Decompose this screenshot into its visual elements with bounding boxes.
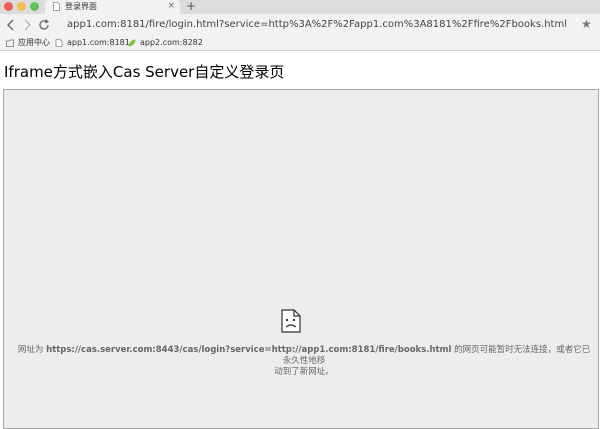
- bookmark-label: app2.com:8282: [140, 38, 203, 47]
- error-line2: 动到了新网址。: [274, 367, 334, 377]
- address-bar[interactable]: app1.com:8181/fire/login.html?service=ht…: [67, 19, 567, 31]
- page-title: Iframe方式嵌入Cas Server自定义登录页: [4, 63, 285, 81]
- error-url: https://cas.server.com:8443/cas/login?se…: [46, 345, 452, 355]
- tab-strip: 登录界面 × +: [0, 0, 600, 14]
- tab-login[interactable]: 登录界面 ×: [45, 0, 180, 14]
- bookmark-label: 应用中心: [18, 38, 50, 47]
- back-icon[interactable]: [4, 18, 18, 32]
- tab-title: 登录界面: [65, 2, 97, 11]
- bookmark-star-icon[interactable]: ★: [581, 17, 592, 31]
- bookmarks-bar: 应用中心 app1.com:8181 app2.com:8282: [0, 36, 600, 51]
- error-prefix: 网址为: [17, 345, 47, 355]
- page-icon: [53, 2, 60, 11]
- bookmark-label: app1.com:8181: [67, 38, 130, 47]
- apps-icon: [6, 39, 14, 47]
- close-window-button[interactable]: [4, 2, 13, 11]
- leaf-icon: [128, 39, 136, 47]
- broken-page-icon: [281, 309, 301, 333]
- forward-icon[interactable]: [20, 18, 34, 32]
- minimize-window-button[interactable]: [17, 2, 26, 11]
- error-message: 网址为 https://cas.server.com:8443/cas/logi…: [14, 345, 594, 378]
- reload-icon[interactable]: [37, 18, 51, 32]
- embedded-iframe: 网址为 https://cas.server.com:8443/cas/logi…: [3, 89, 599, 429]
- tab-close-button[interactable]: ×: [167, 1, 175, 12]
- new-tab-button[interactable]: +: [186, 0, 196, 13]
- zoom-window-button[interactable]: [30, 2, 39, 11]
- toolbar: app1.com:8181/fire/login.html?service=ht…: [0, 14, 600, 36]
- page-icon: [55, 39, 63, 47]
